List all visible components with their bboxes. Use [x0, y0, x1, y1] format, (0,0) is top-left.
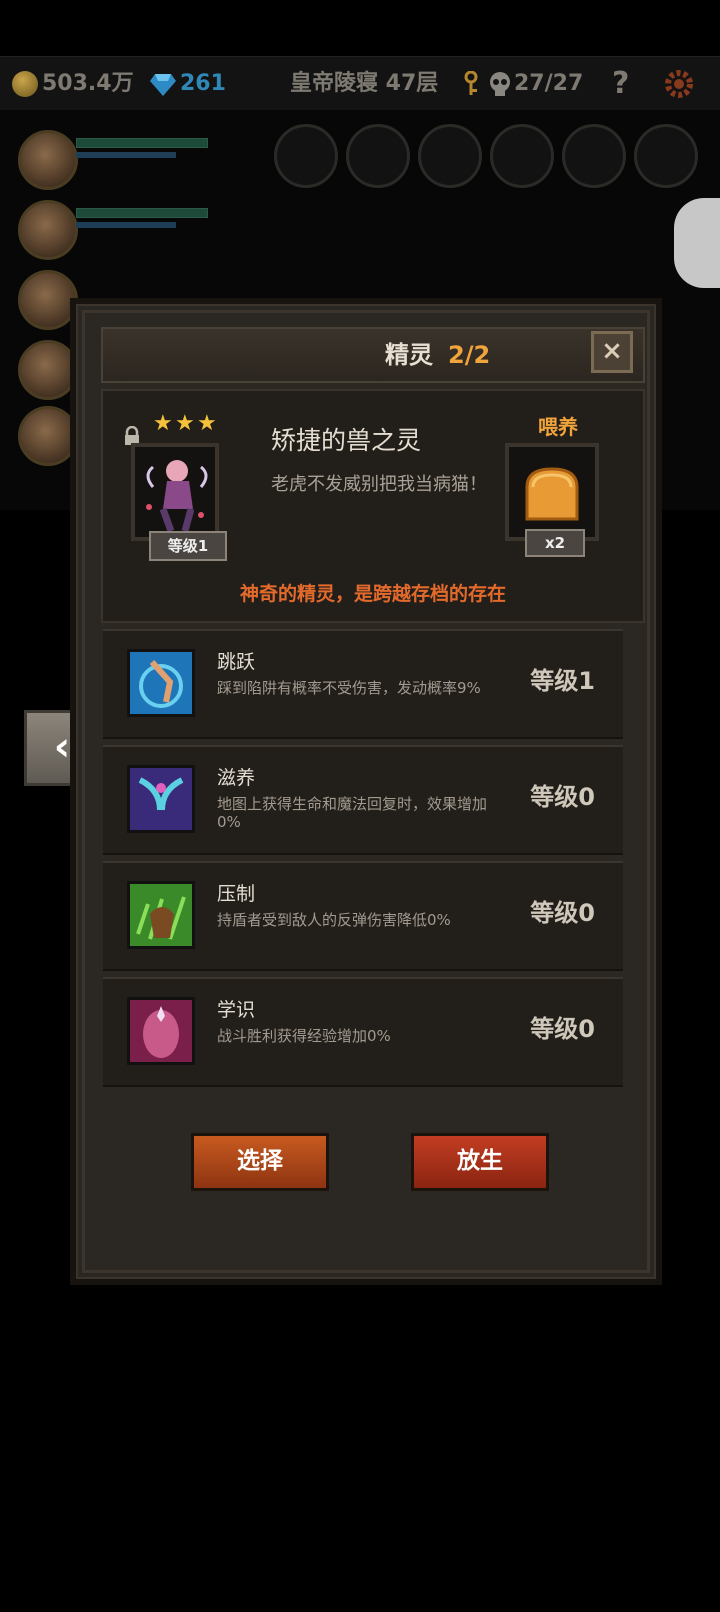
hero-mp-bar: [76, 152, 176, 158]
feed-quantity: x2: [525, 529, 585, 557]
hero-portrait[interactable]: [18, 200, 78, 260]
hero-portrait[interactable]: [18, 406, 78, 466]
hero-mp-bar: [76, 222, 176, 228]
jump-skill-icon: [127, 649, 195, 717]
dialog-body: 精灵 2/2 × ★ ★ ★ 等级1 矫捷的兽之灵 老虎不发威别把我当病猫！ 喂…: [82, 310, 650, 1273]
item-slot[interactable]: [274, 124, 338, 188]
item-slot[interactable]: [634, 124, 698, 188]
sprite-description: 老虎不发威别把我当病猫！: [271, 474, 487, 495]
star-icon: ★: [153, 411, 173, 436]
dialog-titlebar: 精灵 2/2: [101, 327, 645, 383]
skull-icon: [490, 72, 510, 96]
item-slot[interactable]: [562, 124, 626, 188]
skill-description: 持盾者受到敌人的反弹伤害降低0%: [217, 911, 451, 929]
select-button[interactable]: 选择: [191, 1133, 329, 1191]
knowledge-skill-icon: [127, 997, 195, 1065]
item-slot[interactable]: [418, 124, 482, 188]
hero-hp-bar: [76, 208, 208, 218]
sprite-info-panel: ★ ★ ★ 等级1 矫捷的兽之灵 老虎不发威别把我当病猫！ 喂养 x2 神奇的精…: [101, 389, 645, 623]
skill-row-jump[interactable]: 跳跃 踩到陷阱有概率不受伤害，发动概率9% 等级1: [103, 629, 623, 739]
dungeon-floor: 皇帝陵寝 47层: [290, 71, 439, 96]
status-bar: 503.4万 261 皇帝陵寝 47层 27/27 ?: [0, 56, 720, 112]
skill-name: 压制: [217, 883, 256, 905]
hero-hp-bar: [76, 138, 208, 148]
skill-level: 等级0: [530, 899, 595, 927]
hero-portrait[interactable]: [18, 270, 78, 330]
suppress-skill-icon: [127, 881, 195, 949]
skill-level: 等级0: [530, 1015, 595, 1043]
skill-description: 踩到陷阱有概率不受伤害，发动概率9%: [217, 679, 481, 697]
skill-description: 地图上获得生命和魔法回复时，效果增加0%: [217, 795, 488, 831]
sprite-tagline: 神奇的精灵，是跨越存档的存在: [239, 583, 506, 605]
sprite-level-badge: 等级1: [149, 531, 227, 561]
gem-amount: 261: [180, 71, 226, 96]
sprite-dialog: 精灵 2/2 × ★ ★ ★ 等级1 矫捷的兽之灵 老虎不发威别把我当病猫！ 喂…: [70, 298, 662, 1285]
coin-icon: [12, 71, 38, 97]
dialog-title: 精灵: [385, 341, 433, 369]
nourish-skill-icon: [127, 765, 195, 833]
kill-count: 27/27: [514, 71, 584, 96]
skill-row-suppress[interactable]: 压制 持盾者受到敌人的反弹伤害降低0% 等级0: [103, 861, 623, 971]
skill-name: 滋养: [217, 767, 256, 789]
key-icon: [464, 71, 478, 95]
sprite-portrait[interactable]: [131, 443, 219, 541]
skill-level: 等级0: [530, 783, 595, 811]
skill-name: 跳跃: [217, 651, 256, 673]
skill-row-nourish[interactable]: 滋养 地图上获得生命和魔法回复时，效果增加0% 等级0: [103, 745, 623, 855]
skill-name: 学识: [217, 999, 256, 1021]
skill-row-knowledge[interactable]: 学识 战斗胜利获得经验增加0% 等级0: [103, 977, 623, 1087]
feed-label: 喂养: [538, 415, 578, 439]
skill-level: 等级1: [530, 667, 595, 695]
item-slot[interactable]: [490, 124, 554, 188]
hero-portrait[interactable]: [18, 130, 78, 190]
side-tab[interactable]: [674, 198, 720, 288]
item-slot[interactable]: [346, 124, 410, 188]
sprite-image: [146, 460, 208, 533]
star-icon: ★: [197, 411, 217, 436]
help-icon[interactable]: ?: [612, 57, 629, 111]
sprite-name: 矫捷的兽之灵: [271, 426, 422, 455]
close-button[interactable]: ×: [591, 331, 633, 373]
gold-amount: 503.4万: [42, 71, 134, 96]
gear-icon[interactable]: [664, 69, 694, 99]
sprite-count: 2/2: [448, 341, 491, 369]
skill-description: 战斗胜利获得经验增加0%: [217, 1027, 391, 1045]
hero-portrait[interactable]: [18, 340, 78, 400]
gem-icon: [150, 74, 176, 96]
star-icon: ★: [175, 411, 195, 436]
feed-item-button[interactable]: [505, 443, 599, 541]
bread-icon: [525, 467, 579, 521]
release-button[interactable]: 放生: [411, 1133, 549, 1191]
